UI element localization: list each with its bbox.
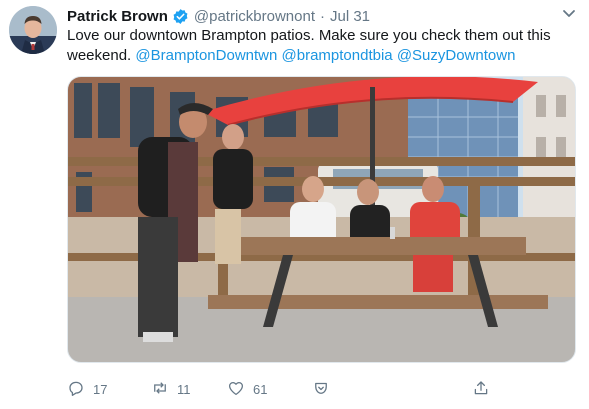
chevron-down-icon[interactable] [559,6,579,22]
mention-link[interactable]: @SuzyDowntown [397,47,516,64]
avatar[interactable] [9,6,57,54]
tweet-photo[interactable] [67,76,576,363]
like-count: 61 [253,381,268,397]
reply-button[interactable]: 17 [67,378,107,400]
author-name[interactable]: Patrick Brown [67,8,168,25]
like-icon [227,379,245,400]
retweet-button[interactable]: 11 [151,378,191,400]
reply-icon [67,379,85,400]
share-button[interactable] [472,378,490,400]
tweet-date[interactable]: Jul 31 [330,8,370,25]
tweet-text: Love our downtown Brampton patios. Make … [67,26,572,65]
tweet-actions: 17 11 61 [67,378,497,400]
author-handle[interactable]: @patrickbrownont [194,8,315,25]
retweet-icon [151,379,169,400]
share-icon [472,379,490,400]
tip-jar-button[interactable] [312,378,330,400]
tip-jar-icon [312,379,330,400]
reply-count: 17 [93,381,108,397]
mention-link[interactable]: @bramptondtbia [282,47,393,64]
retweet-count: 11 [177,381,191,397]
tweet-text-line1: Love our downtown Brampton patios. Make … [67,27,551,44]
like-button[interactable]: 61 [227,378,267,400]
tweet-header: Patrick Brown @patrickbrownont · Jul 31 [67,6,370,26]
header-separator: · [320,7,325,25]
patio-photo [68,77,575,362]
mention-link[interactable]: @BramptonDowntwn [135,47,277,64]
avatar-image [9,6,57,54]
verified-icon [172,8,189,25]
tweet-text-line2: weekend. [67,46,132,64]
